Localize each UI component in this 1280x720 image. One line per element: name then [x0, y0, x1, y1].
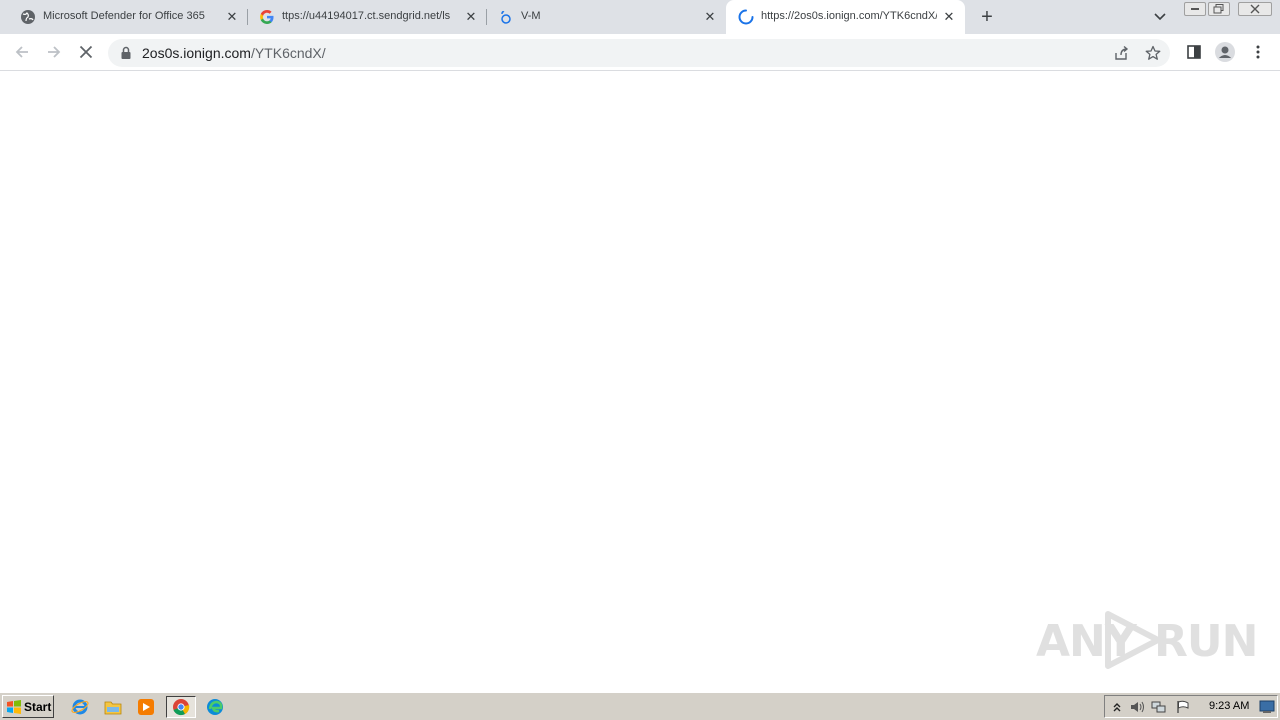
url-path: /YTK6cndX/ — [250, 45, 326, 61]
media-player-icon[interactable] — [134, 696, 158, 718]
tab-strip: Microsoft Defender for Office 365 ✕ ttps… — [0, 0, 1280, 34]
lock-icon[interactable] — [120, 46, 132, 60]
loading-icon — [498, 9, 514, 25]
profile-avatar-icon[interactable] — [1215, 42, 1235, 62]
restore-icon[interactable] — [1208, 2, 1230, 16]
internet-explorer-icon[interactable] — [68, 696, 92, 718]
chrome-icon[interactable] — [166, 696, 196, 718]
stop-loading-icon[interactable] — [76, 42, 96, 62]
google-icon — [259, 9, 275, 25]
system-tray: 9:23 AM — [1104, 695, 1278, 718]
new-tab-icon[interactable]: + — [977, 6, 997, 28]
back-icon[interactable] — [12, 42, 32, 62]
tab-title: ttps://u44194017.ct.sendgrid.net/ls — [282, 10, 451, 22]
volume-icon[interactable] — [1129, 699, 1145, 715]
browser-toolbar: 2os0s.ionign.com/YTK6cndX/ — [0, 34, 1280, 71]
tab-sendgrid[interactable]: ttps://u44194017.ct.sendgrid.net/ls ✕ — [247, 0, 487, 34]
bookmark-star-icon[interactable] — [1144, 44, 1162, 62]
start-button[interactable]: Start — [2, 695, 54, 718]
anyrun-watermark: ANY RUN — [1036, 608, 1258, 672]
tab-v-m[interactable]: V-M ✕ — [486, 0, 726, 34]
more-menu-icon[interactable] — [1248, 42, 1268, 62]
side-panel-icon[interactable] — [1184, 42, 1204, 62]
close-window-icon[interactable] — [1238, 2, 1272, 16]
close-tab-icon[interactable]: ✕ — [702, 9, 718, 25]
close-tab-icon[interactable]: ✕ — [941, 9, 957, 25]
address-bar[interactable]: 2os0s.ionign.com/YTK6cndX/ — [108, 39, 1170, 67]
page-content — [0, 72, 1280, 692]
tab-defender[interactable]: Microsoft Defender for Office 365 ✕ — [8, 0, 248, 34]
share-icon[interactable] — [1112, 44, 1130, 62]
chevron-down-icon[interactable] — [1152, 9, 1168, 25]
clock: 9:23 AM — [1209, 700, 1250, 712]
tab-title: Microsoft Defender for Office 365 — [43, 10, 205, 22]
tab-title: V-M — [521, 10, 541, 22]
file-explorer-icon[interactable] — [101, 696, 125, 718]
watermark-right: RUN — [1154, 616, 1258, 667]
forward-icon[interactable] — [44, 42, 64, 62]
start-label: Start — [24, 699, 52, 714]
show-hidden-icons-icon[interactable] — [1109, 699, 1125, 715]
close-tab-icon[interactable]: ✕ — [463, 9, 479, 25]
url-text[interactable]: 2os0s.ionign.com/YTK6cndX/ — [142, 45, 326, 61]
close-tab-icon[interactable]: ✕ — [224, 9, 240, 25]
action-center-flag-icon[interactable] — [1175, 699, 1191, 715]
minimize-icon[interactable] — [1184, 2, 1206, 16]
loading-spinner-icon — [738, 9, 754, 25]
network-icon[interactable] — [1151, 699, 1167, 715]
show-desktop-icon[interactable] — [1259, 699, 1275, 715]
windows-logo-icon — [6, 699, 22, 715]
url-host: 2os0s.ionign.com — [142, 45, 251, 61]
edge-icon[interactable] — [203, 696, 227, 718]
tab-title: https://2os0s.ionign.com/YTK6cndX/ — [761, 10, 937, 22]
windows-taskbar: Start 9:23 AM — [0, 692, 1280, 720]
globe-icon — [20, 9, 36, 25]
tab-active[interactable]: https://2os0s.ionign.com/YTK6cndX/ ✕ — [726, 0, 965, 34]
